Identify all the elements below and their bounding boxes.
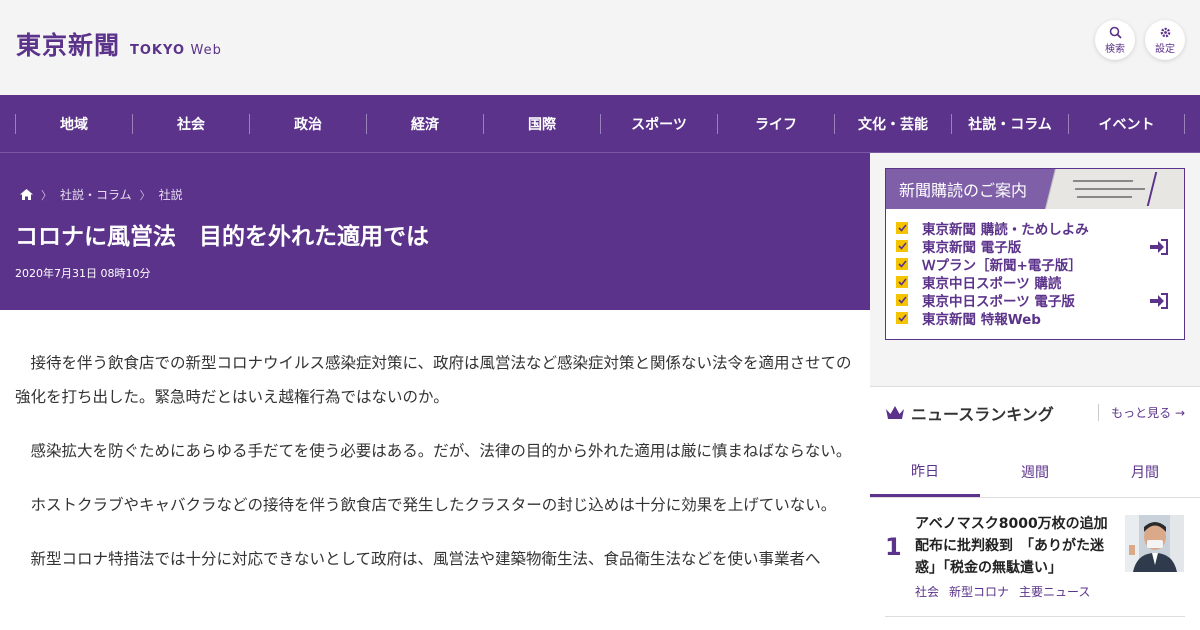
site-header: 東京新聞 TOKYO Web 検索 設定 xyxy=(0,0,1200,95)
nav-item-economy[interactable]: 経済 xyxy=(366,113,483,134)
breadcrumb-editorial-column[interactable]: 社説・コラム xyxy=(60,186,132,203)
nav-item-life[interactable]: ライフ xyxy=(717,113,834,134)
more-link-label: もっと見る xyxy=(1111,406,1172,420)
ranking-title[interactable]: アベノマスク8000万枚の追加配布に批判殺到 「ありがた迷惑」「税金の無駄遣い」 xyxy=(915,513,1115,579)
article-header: 〉 社説・コラム 〉 社説 コロナに風営法 目的を外れた適用では 2020年7月… xyxy=(0,153,870,310)
more-link[interactable]: もっと見る → xyxy=(1098,404,1185,421)
search-icon xyxy=(1109,26,1122,39)
newspaper-image xyxy=(1044,169,1184,209)
ranking-tags: 社会 新型コロナ 主要ニュース xyxy=(915,583,1090,600)
article-paragraph: 感染拡大を防ぐためにあらゆる手だてを使う必要はある。だが、法律の目的から外れた適… xyxy=(30,442,852,460)
subscription-item[interactable]: 東京新聞 特報Web xyxy=(896,309,1184,328)
settings-label: 設定 xyxy=(1155,43,1175,55)
subscription-item[interactable]: 東京中日スポーツ 電子版 xyxy=(896,291,1184,310)
subscription-item-label: 東京新聞 電子版 xyxy=(922,240,1022,256)
subscription-item[interactable]: 東京新聞 購読・ためしよみ xyxy=(896,219,1184,238)
check-icon xyxy=(896,258,908,270)
article-body: 接待を伴う飲食店での新型コロナウイルス感染症対策に、政府は風営法など感染症対策と… xyxy=(0,310,870,630)
check-icon xyxy=(896,240,908,252)
nav-item-region[interactable]: 地域 xyxy=(15,113,132,134)
login-icon[interactable] xyxy=(1150,239,1168,255)
subscription-item-label: 東京新聞 購読・ためしよみ xyxy=(922,222,1089,238)
tab-yesterday[interactable]: 昨日 xyxy=(870,447,980,497)
subscription-heading: 新聞購読のご案内 xyxy=(899,181,1028,200)
tag-covid[interactable]: 新型コロナ xyxy=(949,583,1009,600)
logo-en: TOKYO Web xyxy=(130,43,222,58)
ranking-number: 1 xyxy=(885,533,902,561)
divider xyxy=(885,616,1185,617)
subscription-item[interactable]: 東京新聞 電子版 xyxy=(896,237,1184,256)
subscription-item[interactable]: Ｗプラン［新聞+電子版］ xyxy=(896,255,1184,274)
check-icon xyxy=(896,312,908,324)
ranking-heading: ニュースランキング xyxy=(885,401,1054,425)
nav-item-politics[interactable]: 政治 xyxy=(249,113,366,134)
nav-item-society[interactable]: 社会 xyxy=(132,113,249,134)
main-nav: 地域 社会 政治 経済 国際 スポーツ ライフ 文化・芸能 社説・コラム イベン… xyxy=(0,95,1200,153)
subscription-heading-bar: 新聞購読のご案内 xyxy=(886,169,1184,209)
news-ranking: ニュースランキング もっと見る → 昨日 週間 月間 1 アベノマスク8000万… xyxy=(870,386,1200,630)
tab-weekly[interactable]: 週間 xyxy=(980,447,1090,497)
subscription-item-label: 東京中日スポーツ 電子版 xyxy=(922,294,1075,310)
subscription-item-label: Ｗプラン［新聞+電子版］ xyxy=(922,258,1082,274)
nav-item-culture[interactable]: 文化・芸能 xyxy=(834,113,951,134)
tag-main-news[interactable]: 主要ニュース xyxy=(1019,583,1090,600)
site-logo[interactable]: 東京新聞 TOKYO Web xyxy=(16,26,222,62)
logo-jp: 東京新聞 xyxy=(16,31,121,60)
crown-icon xyxy=(886,406,904,419)
subscription-list: 東京新聞 購読・ためしよみ 東京新聞 電子版 Ｗプラン［新聞+電子版］ 東京中日… xyxy=(886,209,1184,328)
article-date: 2020年7月31日 08時10分 xyxy=(15,267,151,280)
ranking-item[interactable]: 1 アベノマスク8000万枚の追加配布に批判殺到 「ありがた迷惑」「税金の無駄遣… xyxy=(870,499,1200,617)
check-icon xyxy=(896,276,908,288)
home-icon[interactable] xyxy=(20,189,33,200)
nav-item-editorial[interactable]: 社説・コラム xyxy=(951,113,1068,134)
tab-monthly[interactable]: 月間 xyxy=(1090,447,1200,497)
search-button[interactable]: 検索 xyxy=(1095,20,1135,60)
article-paragraph: 新型コロナ特措法では十分に対応できないとして政府は、風営法や建築物衛生法、食品衛… xyxy=(30,550,821,568)
sidebar: 新聞購読のご案内 東京新聞 購読・ためしよみ 東京新聞 電子版 Ｗプラン［新聞+… xyxy=(870,153,1200,630)
subscription-item-label: 東京中日スポーツ 購読 xyxy=(922,276,1062,292)
search-label: 検索 xyxy=(1105,43,1125,55)
breadcrumb-separator: 〉 xyxy=(41,188,52,202)
nav-item-international[interactable]: 国際 xyxy=(483,113,600,134)
settings-button[interactable]: 設定 xyxy=(1145,20,1185,60)
article-title: コロナに風営法 目的を外れた適用では xyxy=(15,224,429,250)
subscription-item[interactable]: 東京中日スポーツ 購読 xyxy=(896,273,1184,292)
logo-en-web: Web xyxy=(190,43,222,58)
check-icon xyxy=(896,294,908,306)
ranking-heading-text: ニュースランキング xyxy=(911,405,1054,424)
logo-en-tokyo: TOKYO xyxy=(130,43,186,58)
ranking-tabs: 昨日 週間 月間 xyxy=(870,447,1200,498)
breadcrumb: 〉 社説・コラム 〉 社説 xyxy=(20,186,183,203)
breadcrumb-separator: 〉 xyxy=(139,188,151,202)
tag-society[interactable]: 社会 xyxy=(915,583,939,600)
article-paragraph: 接待を伴う飲食店での新型コロナウイルス感染症対策に、政府は風営法など感染症対策と… xyxy=(15,354,852,406)
subscription-item-label: 東京新聞 特報Web xyxy=(922,312,1041,328)
arrow-right-icon: → xyxy=(1174,406,1185,420)
nav-item-sports[interactable]: スポーツ xyxy=(600,113,717,134)
nav-item-events[interactable]: イベント xyxy=(1068,113,1185,134)
ranking-thumbnail[interactable] xyxy=(1125,515,1184,572)
breadcrumb-editorial[interactable]: 社説 xyxy=(159,186,183,203)
login-icon[interactable] xyxy=(1150,293,1168,309)
gear-icon xyxy=(1160,27,1170,37)
check-icon xyxy=(896,222,908,234)
article-paragraph: ホストクラブやキャバクラなどの接待を伴う飲食店で発生したクラスターの封じ込めは十… xyxy=(30,496,837,514)
subscription-box: 新聞購読のご案内 東京新聞 購読・ためしよみ 東京新聞 電子版 Ｗプラン［新聞+… xyxy=(885,168,1185,340)
